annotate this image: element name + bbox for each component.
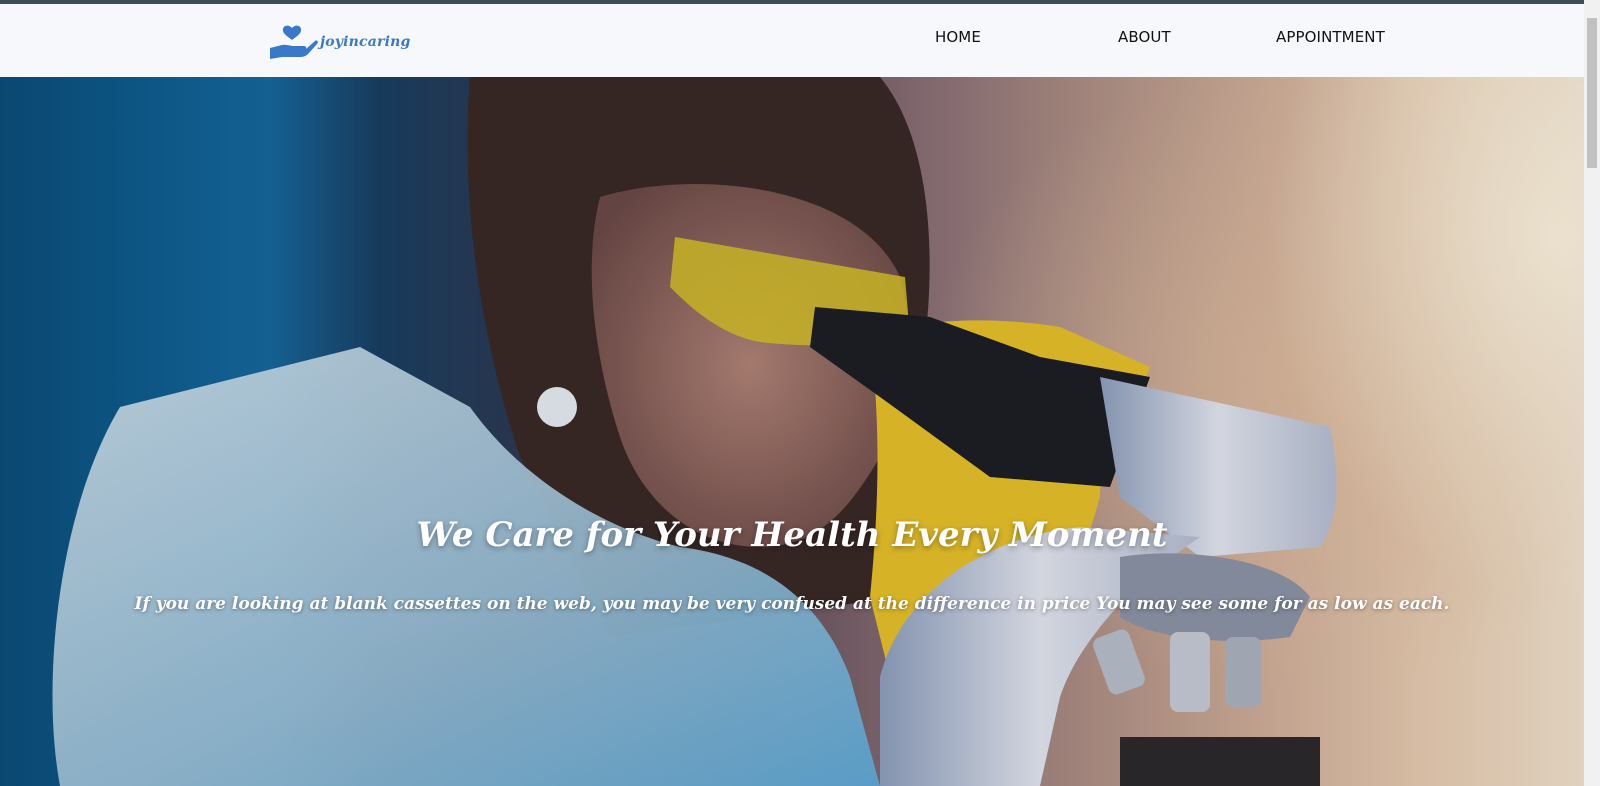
navbar: joyincaring HOME ABOUT APPOINTMENT <box>0 4 1584 77</box>
scrollbar-thumb[interactable] <box>1587 18 1597 168</box>
heart-in-hand-icon <box>270 25 318 59</box>
hero-banner: We Care for Your Health Every Moment If … <box>0 77 1584 786</box>
hero-title: We Care for Your Health Every Moment <box>416 515 1168 555</box>
brand-logo[interactable]: joyincaring <box>268 24 411 60</box>
nav-about-link[interactable]: ABOUT <box>1118 28 1171 46</box>
hero-subtitle: If you are looking at blank cassettes on… <box>134 594 1450 614</box>
nav-appointment-link[interactable]: APPOINTMENT <box>1276 28 1385 46</box>
nav-home-link[interactable]: HOME <box>935 28 981 46</box>
hero-overlay <box>0 77 1584 786</box>
brand-name: joyincaring <box>320 34 411 50</box>
page-scrollbar[interactable] <box>1584 0 1600 786</box>
